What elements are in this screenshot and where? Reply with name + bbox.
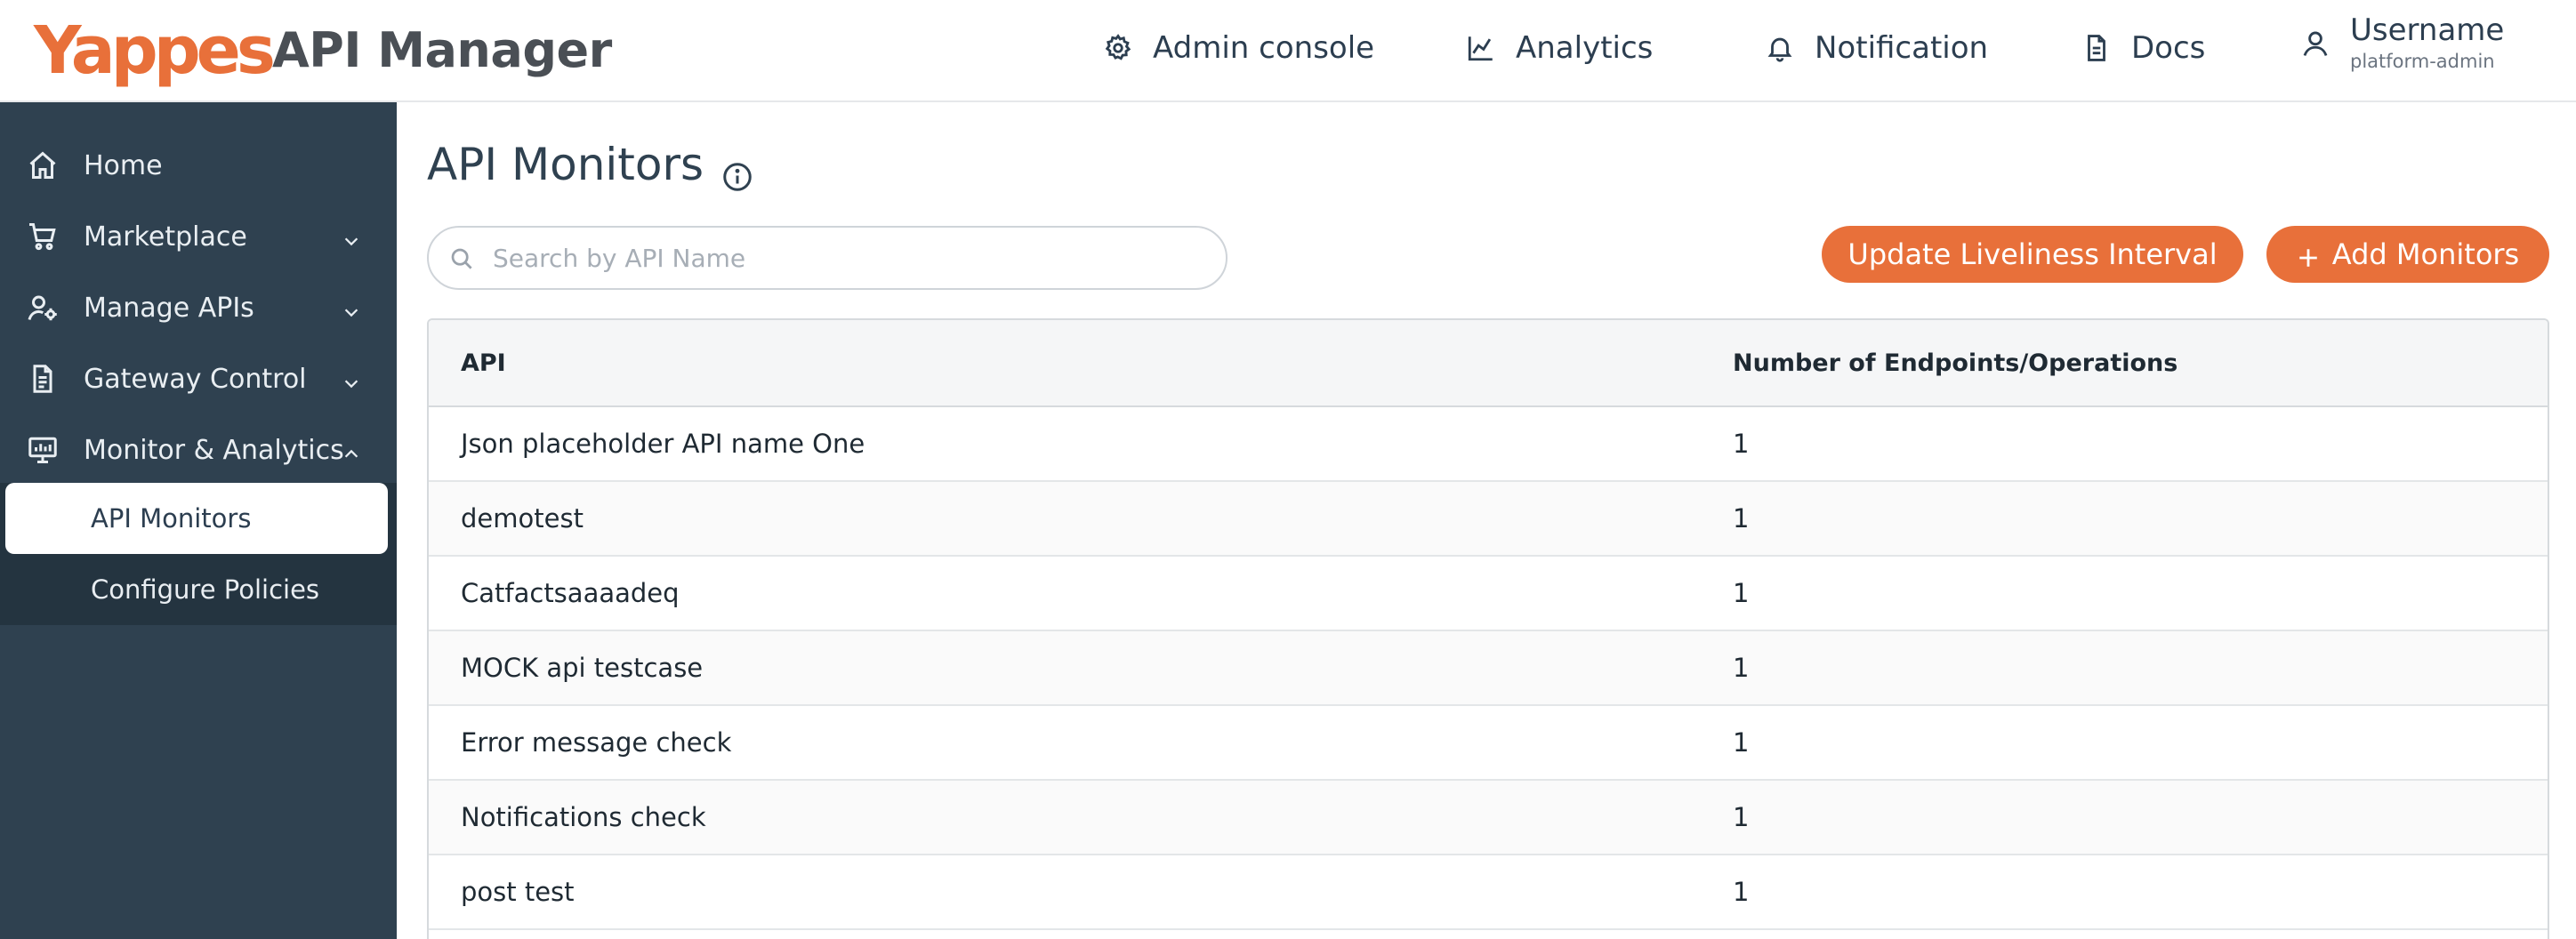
sidebar: Home Marketplace Manage APIs Gateway Con… bbox=[0, 102, 397, 939]
info-icon[interactable] bbox=[721, 148, 753, 191]
table-row[interactable]: Catfactsaaaadeq 1 bbox=[429, 557, 2548, 631]
table-row[interactable]: post test 1 bbox=[429, 855, 2548, 930]
top-header: Yappes API Manager Admin console Analyti… bbox=[0, 0, 2576, 102]
sidebar-subitem-api-monitors[interactable]: API Monitors bbox=[5, 483, 388, 554]
sidebar-item-label: Marketplace bbox=[84, 221, 247, 253]
sidebar-subitem-label: Configure Policies bbox=[91, 574, 320, 605]
line-chart-icon bbox=[1466, 33, 1496, 63]
nav-admin-console[interactable]: Admin console bbox=[1103, 23, 1374, 73]
api-name-cell: MOCK api testcase bbox=[461, 653, 704, 683]
nav-analytics-label: Analytics bbox=[1516, 30, 1654, 66]
table-header: API Number of Endpoints/Operations bbox=[429, 320, 2548, 407]
api-name-cell: Notifications check bbox=[461, 802, 706, 832]
chevron-up-icon[interactable] bbox=[342, 440, 361, 460]
nav-admin-console-label: Admin console bbox=[1153, 30, 1375, 66]
api-name-cell: post test bbox=[461, 877, 575, 907]
logo-text: Yappes bbox=[34, 12, 276, 89]
api-name-cell: Json placeholder API name One bbox=[461, 429, 865, 459]
monitor-icon bbox=[27, 434, 59, 466]
home-icon bbox=[27, 149, 59, 181]
api-name-cell: Error message check bbox=[461, 727, 732, 758]
bell-icon bbox=[1765, 33, 1795, 63]
nav-docs-label: Docs bbox=[2131, 30, 2206, 66]
sidebar-item-monitor-analytics[interactable]: Monitor & Analytics bbox=[0, 419, 397, 481]
gear-icon bbox=[1103, 33, 1133, 63]
column-header-api[interactable]: API bbox=[461, 320, 506, 405]
page-title-text: API Monitors bbox=[427, 139, 704, 190]
app-name: API Manager bbox=[272, 22, 612, 78]
endpoints-count-cell: 1 bbox=[1733, 578, 1750, 608]
sidebar-item-gateway-control[interactable]: Gateway Control bbox=[0, 348, 397, 410]
plus-icon bbox=[2297, 243, 2320, 267]
nav-analytics[interactable]: Analytics bbox=[1466, 23, 1653, 73]
yappes-logo[interactable]: Yappes bbox=[34, 11, 276, 91]
endpoints-count-cell: 1 bbox=[1733, 653, 1750, 683]
endpoints-count-cell: 1 bbox=[1733, 429, 1750, 459]
api-name-cell: demotest bbox=[461, 503, 584, 534]
sidebar-subitem-label: API Monitors bbox=[91, 503, 252, 534]
table-row[interactable]: Notifications check 1 bbox=[429, 781, 2548, 855]
sidebar-item-label: Home bbox=[84, 149, 163, 181]
endpoints-count-cell: 1 bbox=[1733, 727, 1750, 758]
table-row[interactable]: MOCK api testcase 1 bbox=[429, 631, 2548, 706]
endpoints-count-cell: 1 bbox=[1733, 802, 1750, 832]
column-header-endpoints[interactable]: Number of Endpoints/Operations bbox=[1733, 320, 2178, 405]
update-liveliness-interval-label: Update Liveliness Interval bbox=[1847, 237, 2218, 271]
nav-docs[interactable]: Docs bbox=[2081, 23, 2205, 73]
endpoints-count-cell: 1 bbox=[1733, 503, 1750, 534]
cart-icon bbox=[27, 221, 59, 253]
sidebar-item-home[interactable]: Home bbox=[0, 134, 397, 197]
search-input[interactable] bbox=[493, 235, 1204, 281]
user-gear-icon bbox=[27, 292, 59, 324]
api-name-cell: Catfactsaaaadeq bbox=[461, 578, 680, 608]
nav-notification[interactable]: Notification bbox=[1765, 23, 1988, 73]
update-liveliness-interval-button[interactable]: Update Liveliness Interval bbox=[1822, 226, 2243, 283]
sidebar-subitem-configure-policies[interactable]: Configure Policies bbox=[5, 554, 388, 625]
document-icon bbox=[27, 363, 59, 395]
chevron-down-icon[interactable] bbox=[342, 227, 361, 246]
nav-notification-label: Notification bbox=[1815, 30, 1989, 66]
add-monitors-button[interactable]: Add Monitors bbox=[2266, 226, 2549, 283]
add-monitors-label: Add Monitors bbox=[2331, 237, 2520, 271]
page-title: API Monitors bbox=[427, 135, 753, 194]
table-row[interactable]: demotest 1 bbox=[429, 482, 2548, 557]
username: Username bbox=[2350, 12, 2505, 48]
chevron-down-icon[interactable] bbox=[342, 369, 361, 389]
user-role: platform-admin bbox=[2350, 51, 2495, 72]
sidebar-item-label: Monitor & Analytics bbox=[84, 434, 344, 466]
monitor-submenu: API Monitors Configure Policies bbox=[0, 483, 397, 625]
sidebar-item-manage-apis[interactable]: Manage APIs bbox=[0, 277, 397, 339]
search-icon bbox=[448, 245, 475, 272]
chevron-down-icon[interactable] bbox=[342, 298, 361, 317]
sidebar-item-label: Gateway Control bbox=[84, 363, 307, 395]
search-box bbox=[427, 226, 1228, 290]
api-monitors-table: API Number of Endpoints/Operations Json … bbox=[427, 318, 2549, 939]
user-icon bbox=[2300, 28, 2330, 59]
user-menu[interactable]: Username platform-admin bbox=[2300, 12, 2504, 75]
table-row[interactable]: Json placeholder API name One 1 bbox=[429, 407, 2548, 482]
sidebar-item-label: Manage APIs bbox=[84, 292, 254, 324]
endpoints-count-cell: 1 bbox=[1733, 877, 1750, 907]
table-row[interactable]: Error message check 1 bbox=[429, 706, 2548, 781]
sidebar-item-marketplace[interactable]: Marketplace bbox=[0, 205, 397, 268]
document-icon bbox=[2081, 33, 2112, 63]
